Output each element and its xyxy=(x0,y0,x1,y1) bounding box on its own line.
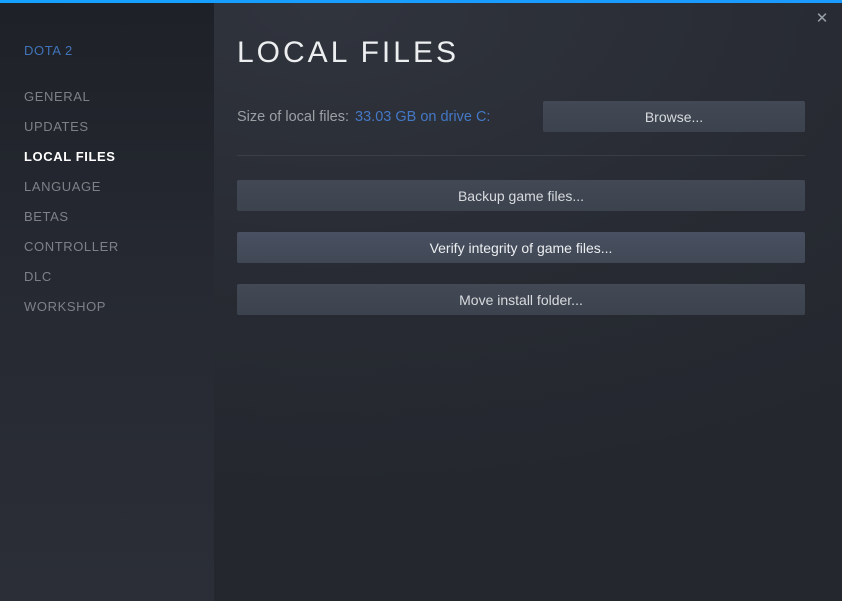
sidebar-item-workshop[interactable]: WORKSHOP xyxy=(24,292,204,322)
game-properties-window: DOTA 2 GENERAL UPDATES LOCAL FILES LANGU… xyxy=(0,0,842,601)
size-value: 33.03 GB on drive C: xyxy=(355,108,491,125)
window-body: DOTA 2 GENERAL UPDATES LOCAL FILES LANGU… xyxy=(0,3,842,601)
size-of-local-files-row: Size of local files: 33.03 GB on drive C… xyxy=(237,101,805,132)
sidebar-item-betas[interactable]: BETAS xyxy=(24,202,204,232)
sidebar-item-dlc[interactable]: DLC xyxy=(24,262,204,292)
backup-game-files-button[interactable]: Backup game files... xyxy=(237,180,805,211)
verify-integrity-button[interactable]: Verify integrity of game files... xyxy=(237,232,805,263)
sidebar-item-local-files[interactable]: LOCAL FILES xyxy=(24,142,204,172)
settings-sidebar: DOTA 2 GENERAL UPDATES LOCAL FILES LANGU… xyxy=(0,3,214,601)
sidebar-game-title[interactable]: DOTA 2 xyxy=(24,43,204,58)
local-files-panel: ✕ LOCAL FILES Size of local files: 33.03… xyxy=(214,3,842,601)
browse-button[interactable]: Browse... xyxy=(543,101,805,132)
move-install-folder-button[interactable]: Move install folder... xyxy=(237,284,805,315)
size-label: Size of local files: xyxy=(237,108,350,125)
sidebar-item-controller[interactable]: CONTROLLER xyxy=(24,232,204,262)
page-title: LOCAL FILES xyxy=(237,36,459,69)
section-divider xyxy=(237,155,805,156)
sidebar-item-language[interactable]: LANGUAGE xyxy=(24,172,204,202)
sidebar-item-updates[interactable]: UPDATES xyxy=(24,112,204,142)
close-icon[interactable]: ✕ xyxy=(809,6,835,30)
sidebar-item-general[interactable]: GENERAL xyxy=(24,82,204,112)
